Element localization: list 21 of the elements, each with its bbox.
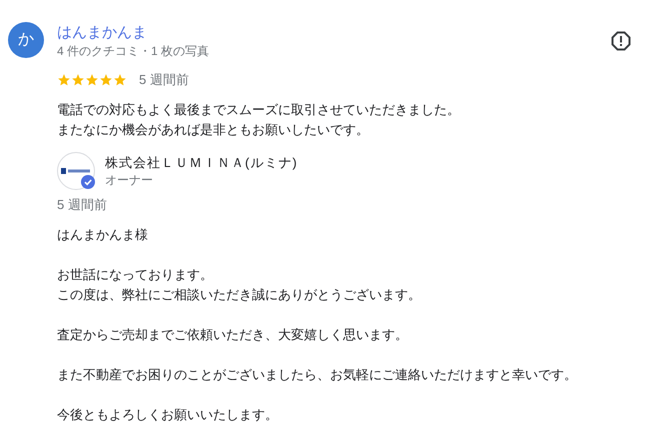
text-line: お世話になっております。: [57, 266, 214, 284]
star-icon: [71, 72, 85, 87]
avatar[interactable]: か: [8, 22, 44, 58]
owner-role: オーナー: [105, 172, 154, 188]
reply-time: 5 週間前: [57, 196, 108, 214]
reviewer-name[interactable]: はんまかんま: [57, 23, 210, 43]
owner-name: 株式会社ＬＵＭＩＮＡ(ルミナ): [105, 154, 298, 172]
text-line: 電話での対応もよく最後までスムーズに取引させていただきました。: [57, 100, 461, 118]
text-line: この度は、弊社にご相談いただき誠にありがとうございます。: [57, 286, 422, 304]
reviewer-stats: 4 件のクチコミ・1 枚の写真: [57, 43, 210, 59]
text-line: 今後ともよろしくお願いいたします。: [57, 406, 279, 424]
report-icon[interactable]: [611, 31, 631, 51]
star-icon: [99, 72, 113, 87]
text-line: はんまかんま様: [57, 226, 149, 244]
text-line: 査定からご売却までご依頼いただき、大変嬉しく思います。: [57, 326, 409, 344]
text-line: またなにか機会があれば是非ともお願いしたいです。: [57, 120, 370, 138]
star-icon: [85, 72, 99, 87]
star-icon: [113, 72, 127, 87]
text-line: また不動産でお困りのことがございましたら、お気軽にご連絡いただけますと幸いです。: [57, 366, 578, 384]
star-icon: [57, 72, 71, 87]
review-time: 5 週間前: [139, 71, 189, 89]
